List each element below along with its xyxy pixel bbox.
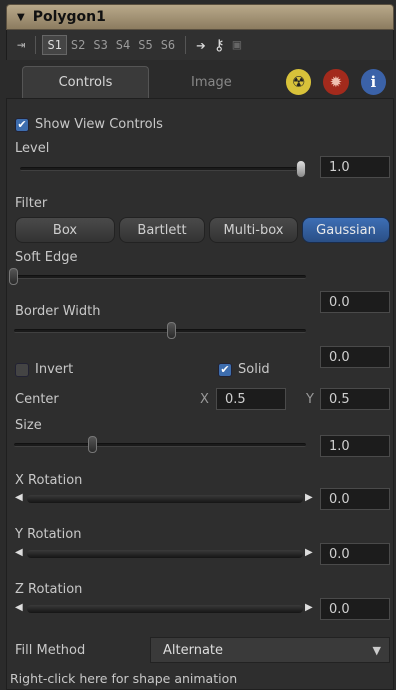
x-rotation-label: X Rotation: [15, 473, 83, 488]
pin-icon[interactable]: ⇥: [13, 35, 29, 55]
fill-method-value: Alternate: [163, 642, 224, 658]
show-view-controls-label: Show View Controls: [35, 117, 163, 132]
border-width-label: Border Width: [15, 304, 101, 319]
fill-method-dropdown[interactable]: Alternate ▼: [150, 637, 390, 663]
border-width-value-field[interactable]: 0.0: [320, 346, 390, 368]
collapse-arrow-icon[interactable]: ▼: [17, 12, 25, 23]
filter-label: Filter: [15, 196, 48, 211]
info-icon[interactable]: i: [360, 69, 386, 95]
center-x-label: X: [200, 392, 209, 407]
rotate-left-arrow-icon[interactable]: ◀: [15, 547, 23, 558]
border-width-slider-track[interactable]: [14, 329, 306, 333]
level-slider-knob[interactable]: [296, 160, 306, 178]
rotate-right-arrow-icon[interactable]: ▶: [305, 547, 313, 558]
y-rotation-dial-track[interactable]: [27, 550, 303, 558]
x-rotation-dial-track[interactable]: [27, 495, 303, 503]
filter-gaussian-button[interactable]: Gaussian: [302, 217, 390, 243]
y-rotation-value-field[interactable]: 0.0: [320, 543, 390, 565]
rotate-right-arrow-icon[interactable]: ▶: [305, 602, 313, 613]
center-y-label: Y: [306, 392, 314, 407]
show-view-controls-checkbox[interactable]: ✔ Show View Controls: [15, 117, 163, 132]
checkbox-checked-icon[interactable]: ✔: [218, 362, 232, 377]
size-value-field[interactable]: 1.0: [320, 435, 390, 457]
checkbox-checked-icon[interactable]: ✔: [15, 117, 29, 132]
slot-s2[interactable]: S2: [67, 36, 89, 54]
tab-image[interactable]: Image: [149, 66, 274, 98]
level-label: Level: [15, 141, 50, 156]
solid-checkbox[interactable]: ✔ Solid: [218, 362, 270, 377]
filter-bartlett-button[interactable]: Bartlett: [119, 217, 205, 243]
soft-edge-slider-track[interactable]: [14, 275, 306, 279]
x-rotation-value-field[interactable]: 0.0: [320, 488, 390, 510]
key-icon[interactable]: ⚷: [210, 34, 229, 56]
z-rotation-dial-track[interactable]: [27, 605, 303, 613]
size-label: Size: [15, 418, 42, 433]
toolbar-divider: [185, 36, 187, 54]
toolbar: ⇥ S1 S2 S3 S4 S5 S6 ➔ ⚷ ▣: [6, 30, 394, 60]
soft-edge-label: Soft Edge: [15, 250, 78, 265]
center-y-field[interactable]: 0.5: [320, 388, 390, 410]
slot-s6[interactable]: S6: [157, 36, 179, 54]
gear-icon[interactable]: ✹: [323, 69, 349, 95]
z-rotation-value-field[interactable]: 0.0: [320, 598, 390, 620]
chevron-down-icon: ▼: [372, 643, 381, 657]
radioactive-icon[interactable]: ☢: [285, 69, 312, 95]
slot-s3[interactable]: S3: [89, 36, 111, 54]
filter-box-button[interactable]: Box: [15, 217, 115, 243]
size-slider-knob[interactable]: [88, 436, 97, 453]
rotate-left-arrow-icon[interactable]: ◀: [15, 492, 23, 503]
slot-s4[interactable]: S4: [112, 36, 134, 54]
node-title: Polygon1: [32, 9, 106, 25]
invert-checkbox[interactable]: Invert: [15, 362, 73, 377]
node-title-bar[interactable]: ▼ Polygon1: [6, 4, 394, 30]
level-value-field[interactable]: 1.0: [320, 156, 390, 178]
level-slider-track[interactable]: [20, 167, 302, 171]
arrow-right-icon[interactable]: ➔: [192, 34, 210, 57]
slot-s5[interactable]: S5: [134, 36, 156, 54]
rotate-left-arrow-icon[interactable]: ◀: [15, 602, 23, 613]
status-hint[interactable]: Right-click here for shape animation: [10, 671, 237, 686]
fill-method-label: Fill Method: [15, 643, 86, 658]
toolbar-divider: [35, 36, 37, 54]
solid-label: Solid: [238, 362, 270, 377]
z-rotation-label: Z Rotation: [15, 582, 83, 597]
rotate-right-arrow-icon[interactable]: ▶: [305, 492, 313, 503]
save-icon[interactable]: ▣: [229, 35, 245, 55]
border-width-slider-knob[interactable]: [167, 322, 176, 339]
size-slider-track[interactable]: [14, 443, 306, 447]
soft-edge-value-field[interactable]: 0.0: [320, 291, 390, 313]
checkbox-unchecked-icon[interactable]: [15, 362, 29, 377]
center-label: Center: [15, 392, 59, 407]
y-rotation-label: Y Rotation: [15, 527, 82, 542]
center-x-field[interactable]: 0.5: [216, 388, 286, 410]
filter-multi-box-button[interactable]: Multi-box: [209, 217, 298, 243]
slot-s1[interactable]: S1: [42, 35, 67, 55]
tab-controls[interactable]: Controls: [22, 66, 149, 98]
invert-label: Invert: [35, 362, 74, 377]
soft-edge-slider-knob[interactable]: [9, 268, 18, 285]
tab-bar: Controls Image ☢ ✹ i: [6, 66, 394, 98]
